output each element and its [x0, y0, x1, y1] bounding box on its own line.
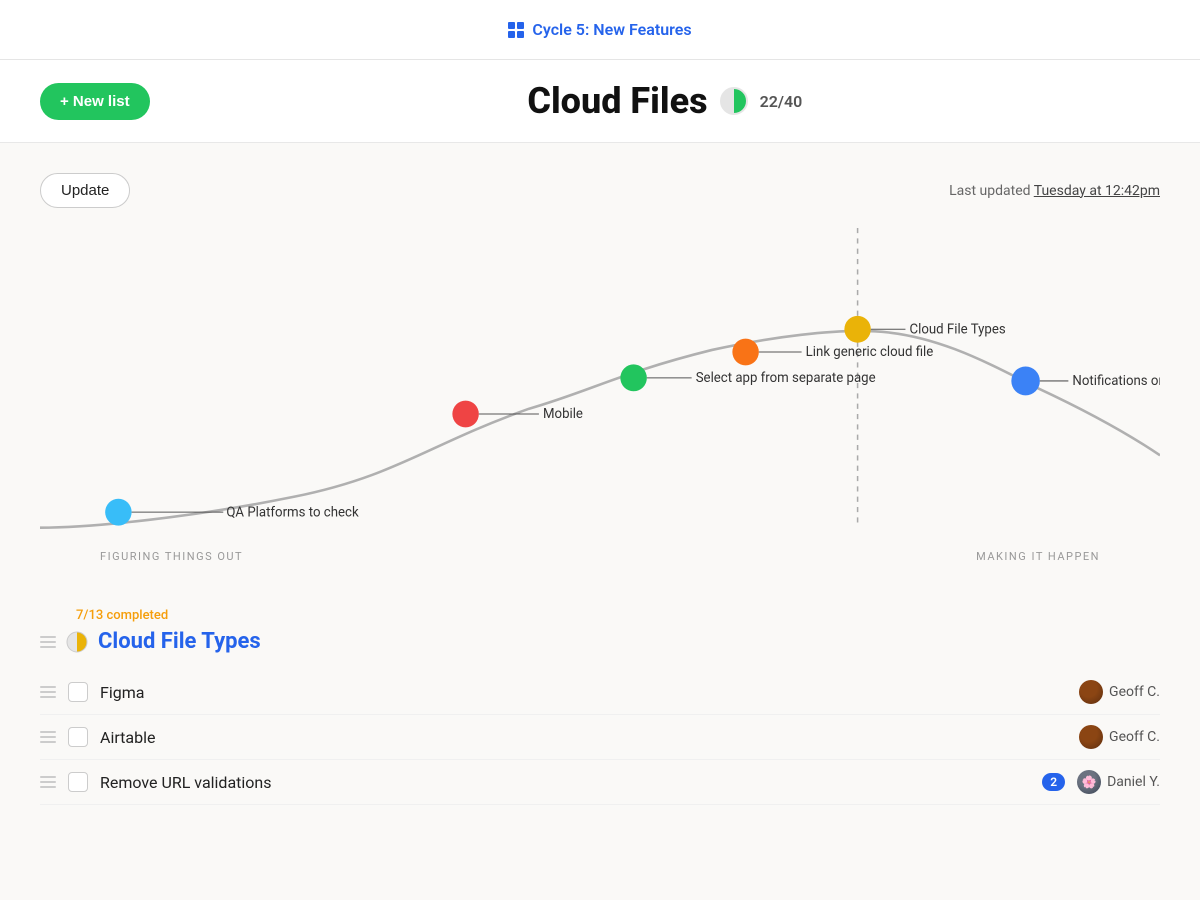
progress-label: 22/40: [760, 92, 803, 111]
svg-text:Cloud File Types: Cloud File Types: [910, 322, 1006, 337]
table-row: Figma Geoff C.: [40, 670, 1160, 715]
assignee: Geoff C.: [1079, 680, 1160, 704]
svg-text:Mobile: Mobile: [543, 407, 583, 422]
avatar: [1079, 680, 1103, 704]
avatar: [1079, 725, 1103, 749]
right-chart-label: MAKING IT HAPPEN: [976, 550, 1100, 563]
half-circle-icon: [66, 631, 88, 653]
task-name: Airtable: [100, 728, 1067, 747]
list-meta: 7/13 completed: [76, 608, 1160, 623]
drag-handle[interactable]: [40, 731, 56, 743]
task-checkbox[interactable]: [68, 772, 88, 792]
progress-icon: [720, 87, 748, 115]
new-list-button[interactable]: + New list: [40, 83, 150, 120]
task-badge: 2: [1042, 773, 1065, 791]
svg-text:Link generic cloud file: Link generic cloud file: [806, 345, 934, 360]
last-updated-link[interactable]: Tuesday at 12:42pm: [1034, 183, 1160, 199]
list-title[interactable]: Cloud File Types: [98, 629, 261, 654]
page-title-area: Cloud Files 22/40: [170, 80, 1160, 122]
cycle-link[interactable]: Cycle 5: New Features: [508, 20, 691, 39]
table-row: Remove URL validations 2 🌸 Daniel Y.: [40, 760, 1160, 805]
assignee-name: Geoff C.: [1109, 684, 1160, 700]
drag-handle[interactable]: [40, 636, 56, 648]
list-title-row: Cloud File Types: [40, 629, 1160, 654]
table-row: Airtable Geoff C.: [40, 715, 1160, 760]
assignee: 🌸 Daniel Y.: [1077, 770, 1160, 794]
assignee-name: Daniel Y.: [1107, 774, 1160, 790]
last-updated: Last updated Tuesday at 12:42pm: [949, 183, 1160, 199]
content-area: Update Last updated Tuesday at 12:42pm Q…: [0, 143, 1200, 835]
task-name: Figma: [100, 683, 1067, 702]
drag-handle[interactable]: [40, 686, 56, 698]
status-row: Update Last updated Tuesday at 12:42pm: [40, 173, 1160, 208]
chart-labels: FIGURING THINGS OUT MAKING IT HAPPEN: [40, 550, 1160, 563]
avatar: 🌸: [1077, 770, 1101, 794]
grid-icon: [508, 22, 524, 38]
svg-text:Notifications on login: Notifications on login: [1072, 374, 1160, 389]
task-checkbox[interactable]: [68, 727, 88, 747]
page-title: Cloud Files: [527, 80, 707, 122]
task-checkbox[interactable]: [68, 682, 88, 702]
update-button[interactable]: Update: [40, 173, 130, 208]
chart-container: QA Platforms to check Mobile Select app …: [40, 228, 1160, 568]
list-section: 7/13 completed Cloud File Types Figma Ge…: [40, 608, 1160, 805]
assignee: Geoff C.: [1079, 725, 1160, 749]
svg-text:QA Platforms to check: QA Platforms to check: [226, 505, 359, 520]
drag-handle[interactable]: [40, 776, 56, 788]
chart-svg: QA Platforms to check Mobile Select app …: [40, 228, 1160, 538]
left-chart-label: FIGURING THINGS OUT: [100, 550, 243, 563]
task-name: Remove URL validations: [100, 773, 1030, 792]
svg-text:Select app from separate page: Select app from separate page: [696, 371, 876, 386]
assignee-name: Geoff C.: [1109, 729, 1160, 745]
cycle-title: Cycle 5: New Features: [532, 20, 691, 39]
top-nav: Cycle 5: New Features: [0, 0, 1200, 60]
main-header: + New list Cloud Files 22/40: [0, 60, 1200, 143]
